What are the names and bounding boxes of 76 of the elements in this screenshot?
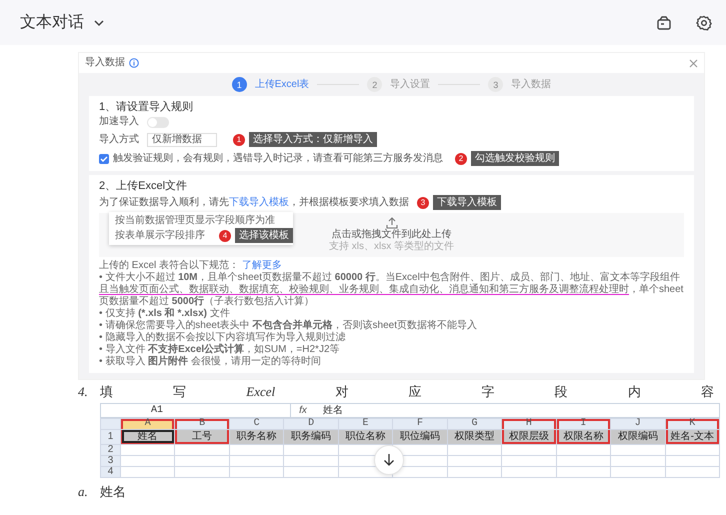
column-header[interactable]: K: [665, 418, 720, 429]
dropzone-hint: 支持 xls、xlsx 等类型的文件: [329, 241, 454, 253]
column-header[interactable]: B: [174, 418, 230, 429]
toggle-switch[interactable]: [147, 116, 169, 128]
rule-text: • 隐藏导入的数据不会按以下内容填写作为导入规则过滤: [99, 332, 346, 344]
rule-text: • 请确保您需要导入的sheet表头中 不包含合并单元格，否则该sheet页数据将不能导入: [99, 320, 478, 332]
list-item-text: 姓名: [100, 482, 126, 500]
section-title: 1、请设置导入规则: [99, 101, 194, 113]
column-header[interactable]: F: [392, 418, 448, 429]
upload-dropzone[interactable]: 点击或拖拽文件到此处上传 支持 xls、xlsx 等类型的文件 按当前数据管理页显示字段顺序为准 按表单展示字段排序 4 选择该模板: [99, 213, 684, 257]
table-cell: 姓名: [120, 429, 175, 444]
row-header[interactable]: 4: [100, 466, 120, 477]
step-indicator: 2: [367, 77, 382, 92]
step-indicator: 3: [488, 77, 504, 92]
column-header[interactable]: E: [338, 418, 393, 429]
import-mode-select[interactable]: 仅新增数据: [147, 132, 217, 146]
column-header[interactable]: G: [447, 418, 502, 429]
rule-text: • 导入文件 不支持Excel公式计算，如SUM，=H2*J2等: [99, 344, 341, 356]
column-header[interactable]: D: [284, 418, 338, 429]
checkbox-label: 触发验证规则，会有规则，遇错导入时记录，请查看可能第三方服务发消息: [113, 152, 443, 164]
callout-number: 1: [233, 134, 245, 146]
table-cell: 职位编码: [392, 429, 448, 444]
info-icon: [129, 58, 139, 68]
callout-number: 3: [417, 196, 429, 208]
settings-icon[interactable]: [696, 14, 712, 30]
menu-item[interactable]: 按当前数据管理页显示字段顺序为准: [109, 214, 281, 228]
step-label: 导入设置: [390, 78, 430, 90]
rules-intro: 上传的 Excel 表符合以下规范： 了解更多: [99, 260, 283, 272]
column-header[interactable]: C: [229, 418, 284, 429]
column-header[interactable]: J: [610, 418, 666, 429]
dropzone-title: 点击或拖拽文件到此处上传: [332, 229, 452, 240]
column-header[interactable]: H: [502, 418, 556, 429]
table-cell: 权限层级: [502, 429, 556, 444]
close-icon[interactable]: [689, 58, 698, 68]
row-header[interactable]: 3: [100, 455, 120, 466]
row-header[interactable]: 2: [100, 444, 120, 455]
callout-number: 4: [219, 230, 231, 242]
callout-label: 选择该模板: [235, 228, 293, 243]
table-cell: 职位名称: [338, 429, 393, 444]
step-label: 上传Excel表: [254, 78, 310, 90]
section-title: 2、上传Excel文件: [99, 180, 188, 192]
table-cell: 工号: [174, 429, 230, 444]
upload-icon: [386, 217, 398, 229]
learn-more-link[interactable]: 了解更多: [242, 260, 282, 271]
callout-label: 选择导入方式：仅新增导入: [249, 132, 377, 147]
column-header[interactable]: I: [556, 418, 611, 429]
table-cell: 职务编码: [284, 429, 338, 444]
rule-text: • 获取导入 图片附件 会很慢，请用一定的等待时间: [99, 356, 322, 368]
rule-text: • 文件大小不超过 10M，且单个sheet页数据量不超过 60000 行。当Excel中包含附件、图片、成员、部门、地址、富文本等字段组件 且当触发页面公式、数据联动、数据填充、校验规则、业务规则、集成自动化、消息通知和第三方服务及调整流程处理时，单个sheet页数据量不超过 5000行（子表行数包括入计算）: [99, 272, 684, 308]
table-cell: 职务名称: [229, 429, 284, 444]
callout-label: 下载导入模板: [433, 195, 501, 210]
table-cell: 权限类型: [447, 429, 502, 444]
field-label: 导入方式: [99, 134, 139, 146]
bag-icon[interactable]: [656, 14, 672, 30]
page-title: 文本对话: [20, 12, 84, 32]
rule-text: • 仅支持 (*.xls 和 *.xlsx) 文件: [99, 308, 231, 320]
row-header[interactable]: 1: [100, 429, 120, 444]
step-indicator: 1: [232, 77, 247, 92]
table-cell: 权限编码: [610, 429, 666, 444]
scroll-down-button[interactable]: [374, 444, 404, 474]
step-label: 导入数据: [511, 78, 552, 90]
column-header[interactable]: A: [120, 418, 175, 429]
list-number: 4.: [78, 383, 89, 401]
instruction-text: 为了保证数据导入顺利，请先下载导入模板，并根据模板要求填入数据: [99, 196, 409, 208]
dialog-title: 导入数据: [85, 57, 125, 69]
menu-item[interactable]: 按表单展示字段排序: [109, 228, 211, 242]
list-number: a.: [78, 482, 89, 500]
callout-number: 2: [455, 152, 467, 164]
table-cell: 姓名-文本: [665, 429, 720, 444]
checkbox[interactable]: [99, 154, 109, 164]
template-link[interactable]: 下载导入模板: [229, 196, 289, 208]
callout-label: 勾选触发校验规则: [471, 151, 559, 166]
step-heading: 填写 Excel 对应字段内容: [100, 383, 714, 401]
field-label: 加速导入: [99, 116, 139, 128]
table-cell: 权限名称: [556, 429, 611, 444]
arrow-down-icon: [382, 452, 396, 466]
